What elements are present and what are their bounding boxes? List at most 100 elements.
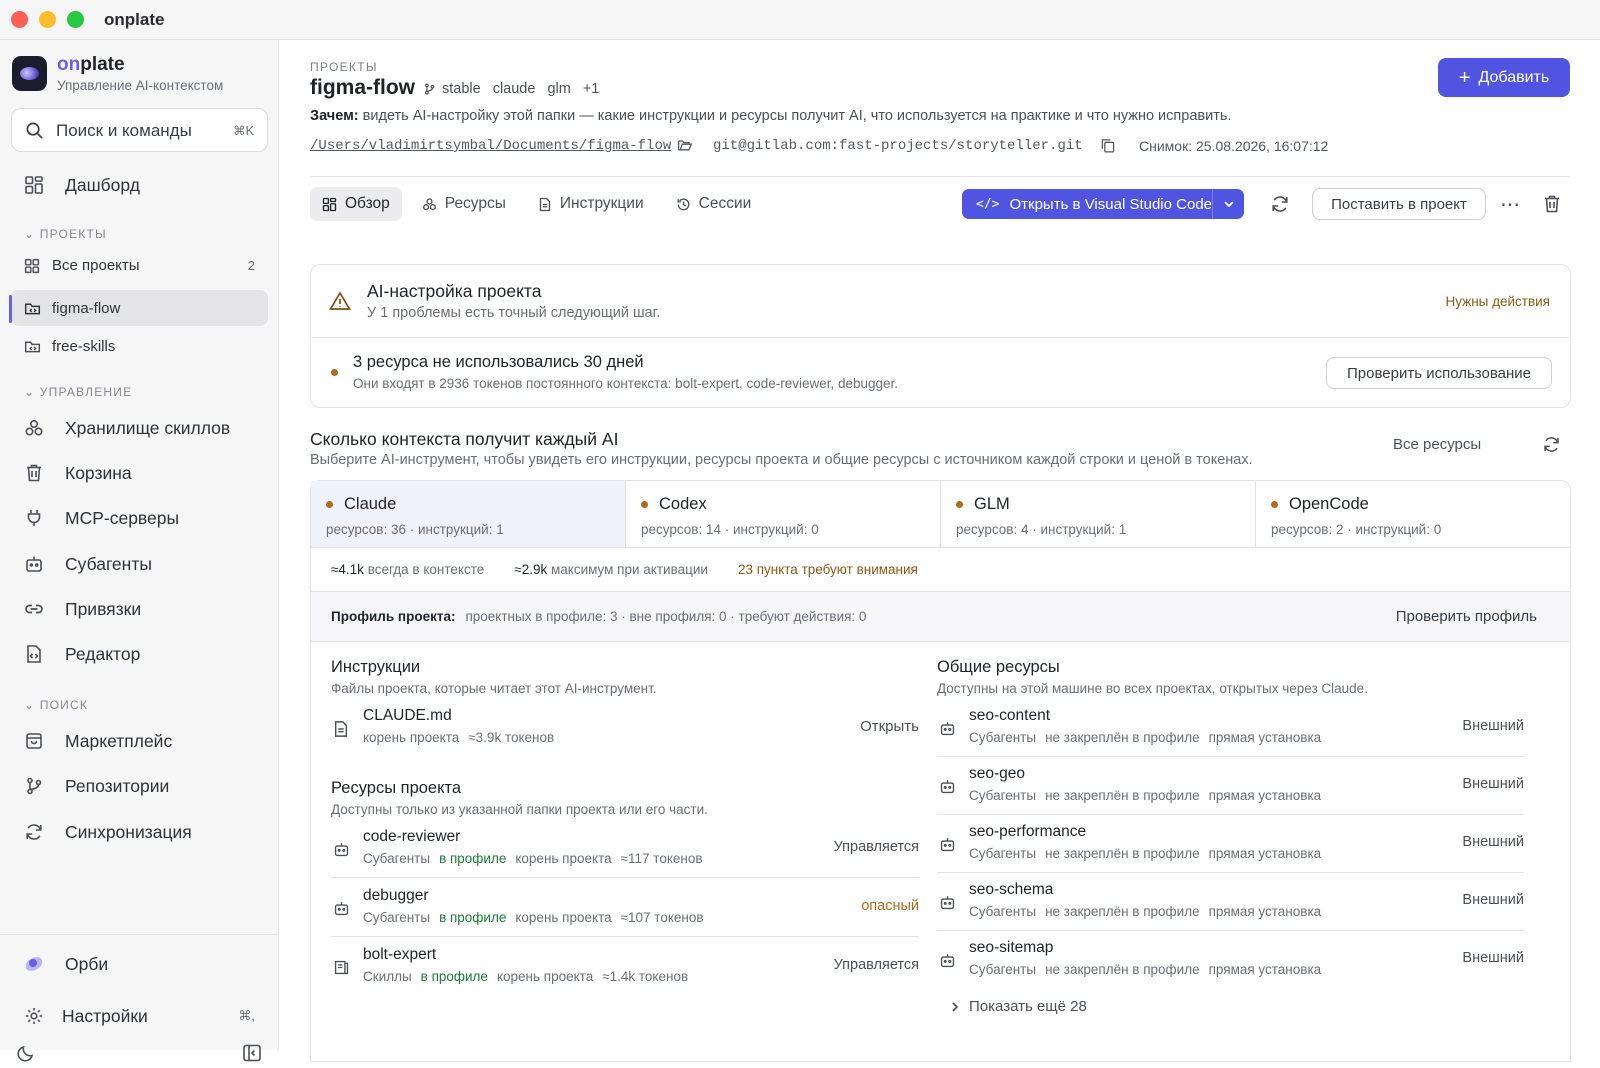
sidebar-item-label: Орби [65, 953, 109, 974]
issue-dot-icon [331, 369, 338, 376]
section-search[interactable]: ⌄ ПОИСК [24, 698, 88, 712]
check-profile-button[interactable]: Проверить профиль [1396, 608, 1537, 625]
tag-more[interactable]: +1 [583, 81, 600, 97]
sidebar-item-dashboard[interactable]: Дашборд [11, 166, 268, 204]
minimize-window-button[interactable] [39, 11, 56, 28]
tab-sessions[interactable]: Сессии [664, 187, 764, 221]
store-icon [22, 729, 46, 753]
sidebar-item-editor[interactable]: Редактор [11, 635, 268, 673]
refresh-icon[interactable] [1270, 194, 1290, 219]
instructions-title: Инструкции [331, 658, 421, 676]
zoom-window-button[interactable] [67, 11, 84, 28]
sidebar-item-orbi[interactable]: Орби [11, 945, 268, 983]
git-remote: git@gitlab.com:fast-projects/storyteller… [713, 138, 1083, 154]
bot-icon [939, 720, 956, 742]
sidebar-item-bindings[interactable]: Привязки [11, 590, 268, 628]
list-item[interactable]: seo-schema Субагенты не закреплён в профи… [937, 873, 1524, 931]
bot-icon [939, 836, 956, 858]
ai-setup-card: AI-настройка проекта У 1 проблемы есть т… [310, 264, 1571, 408]
search-icon [26, 122, 43, 139]
list-item[interactable]: seo-content Субагенты не закреплён в проф… [937, 699, 1524, 757]
status-badge: Управляется [833, 839, 919, 855]
status-badge: опасный [861, 898, 919, 914]
sidebar-item-mcp-servers[interactable]: MCP-серверы [11, 499, 268, 537]
more-options-icon[interactable]: ⋯ [1500, 192, 1521, 217]
stat-max: ≈2.9k максимум при активации [514, 562, 708, 577]
add-button[interactable]: + Добавить [1438, 58, 1570, 97]
warning-icon [329, 291, 351, 316]
ai-tool-opencode[interactable]: OpenCode ресурсов: 2 · инструкций: 0 [1256, 481, 1570, 547]
check-usage-button[interactable]: Проверить использование [1326, 357, 1552, 389]
sidebar-item-settings[interactable]: Настройки ⌘, [11, 997, 268, 1035]
project-path-link[interactable]: /Users/vladimirtsymbal/Documents/figma-f… [310, 138, 671, 154]
status-dot-icon [956, 501, 963, 508]
tab-overview[interactable]: Обзор [310, 187, 402, 221]
status-badge: Внешний [1462, 950, 1524, 966]
search-input[interactable]: Поиск и команды ⌘K [11, 108, 268, 152]
close-window-button[interactable] [11, 11, 28, 28]
skill-book-icon [333, 959, 350, 981]
all-resources-link[interactable]: Все ресурсы [1393, 436, 1481, 453]
open-vscode-button[interactable]: </> Открыть в Visual Studio Code [962, 189, 1244, 219]
show-more-button[interactable]: Показать ещё 28 [951, 998, 1087, 1015]
sidebar-item-label: MCP-серверы [65, 507, 180, 528]
list-item[interactable]: seo-performance Субагенты не закреплён в … [937, 815, 1524, 873]
sidebar-item-label: Маркетплейс [65, 730, 173, 751]
attention-link[interactable]: 23 пункта требуют внимания [738, 562, 918, 577]
ai-tool-claude[interactable]: Claude ресурсов: 36 · инструкций: 1 [311, 481, 626, 547]
sidebar-item-trash[interactable]: Корзина [11, 454, 268, 492]
breadcrumb[interactable]: ПРОЕКТЫ [310, 60, 378, 74]
header-divider [310, 176, 1570, 177]
search-placeholder: Поиск и команды [56, 121, 192, 140]
sidebar-item-repositories[interactable]: Репозитории [11, 767, 268, 805]
list-item[interactable]: CLAUDE.md корень проекта ≈3.9k токенов От… [331, 699, 919, 757]
sidebar-item-marketplace[interactable]: Маркетплейс [11, 722, 268, 760]
sidebar-item-label: Редактор [65, 643, 141, 664]
collapse-sidebar-icon[interactable] [242, 1043, 262, 1068]
copy-icon[interactable] [1100, 137, 1116, 159]
section-projects[interactable]: ⌄ ПРОЕКТЫ [24, 227, 107, 241]
sidebar-item-figma-flow[interactable]: figma-flow [9, 290, 268, 326]
sidebar-item-subagents[interactable]: Субагенты [11, 545, 268, 583]
sidebar-item-all-projects[interactable]: Все проекты 2 [11, 247, 268, 284]
refresh-icon[interactable] [1542, 435, 1561, 459]
project-purpose: Зачем: видеть AI-настройку этой папки — … [310, 108, 1232, 124]
section-manage[interactable]: ⌄ УПРАВЛЕНИЕ [24, 385, 132, 399]
sidebar-item-skills-storage[interactable]: Хранилище скиллов [11, 409, 268, 447]
bot-icon [333, 900, 350, 922]
tab-instructions[interactable]: Инструкции [526, 187, 656, 221]
file-code-icon [22, 642, 46, 666]
tab-resources[interactable]: Ресурсы [410, 187, 518, 221]
list-item[interactable]: bolt-expert Скиллы в профиле корень проект… [331, 938, 919, 996]
code-icon: </> [976, 196, 1000, 212]
context-subtitle: Выберите AI-инструмент, чтобы увидеть ег… [310, 452, 1253, 468]
sidebar-item-label: figma-flow [52, 299, 121, 317]
sidebar-item-sync[interactable]: Синхронизация [11, 813, 268, 851]
sidebar-item-label: Репозитории [65, 775, 170, 796]
context-title: Сколько контекста получит каждый AI [310, 429, 619, 449]
document-icon [539, 197, 551, 211]
cubes-icon [22, 416, 46, 440]
put-in-project-button[interactable]: Поставить в проект [1312, 188, 1486, 220]
status-badge: Внешний [1462, 834, 1524, 850]
open-folder-icon[interactable] [677, 137, 693, 158]
brand-name: onplate [57, 54, 125, 75]
window-title: onplate [104, 10, 165, 29]
list-item[interactable]: debugger Субагенты в профиле корень проект… [331, 879, 919, 937]
gear-icon [22, 1004, 46, 1028]
theme-toggle-moon-icon[interactable] [16, 1043, 36, 1068]
open-vscode-dropdown-chevron-down-icon[interactable] [1212, 189, 1244, 219]
delete-trash-icon[interactable] [1543, 194, 1561, 219]
list-item[interactable]: seo-geo Субагенты не закреплён в профиле п… [937, 757, 1524, 815]
list-item[interactable]: code-reviewer Субагенты в профиле корень п… [331, 820, 919, 878]
ai-tool-glm[interactable]: GLM ресурсов: 4 · инструкций: 1 [941, 481, 1256, 547]
tag: claude [492, 81, 536, 97]
bot-icon [939, 778, 956, 800]
card-divider [311, 337, 1570, 338]
open-button[interactable]: Открыть [860, 718, 919, 735]
main-content: ПРОЕКТЫ figma-flow stable claude glm +1 … [280, 40, 1600, 1062]
sidebar-item-free-skills[interactable]: free-skills [11, 328, 268, 364]
list-item[interactable]: seo-sitemap Субагенты не закреплён в проф… [937, 931, 1524, 989]
ai-tool-codex[interactable]: Codex ресурсов: 14 · инструкций: 0 [626, 481, 941, 547]
sidebar-item-label: Привязки [65, 598, 142, 619]
